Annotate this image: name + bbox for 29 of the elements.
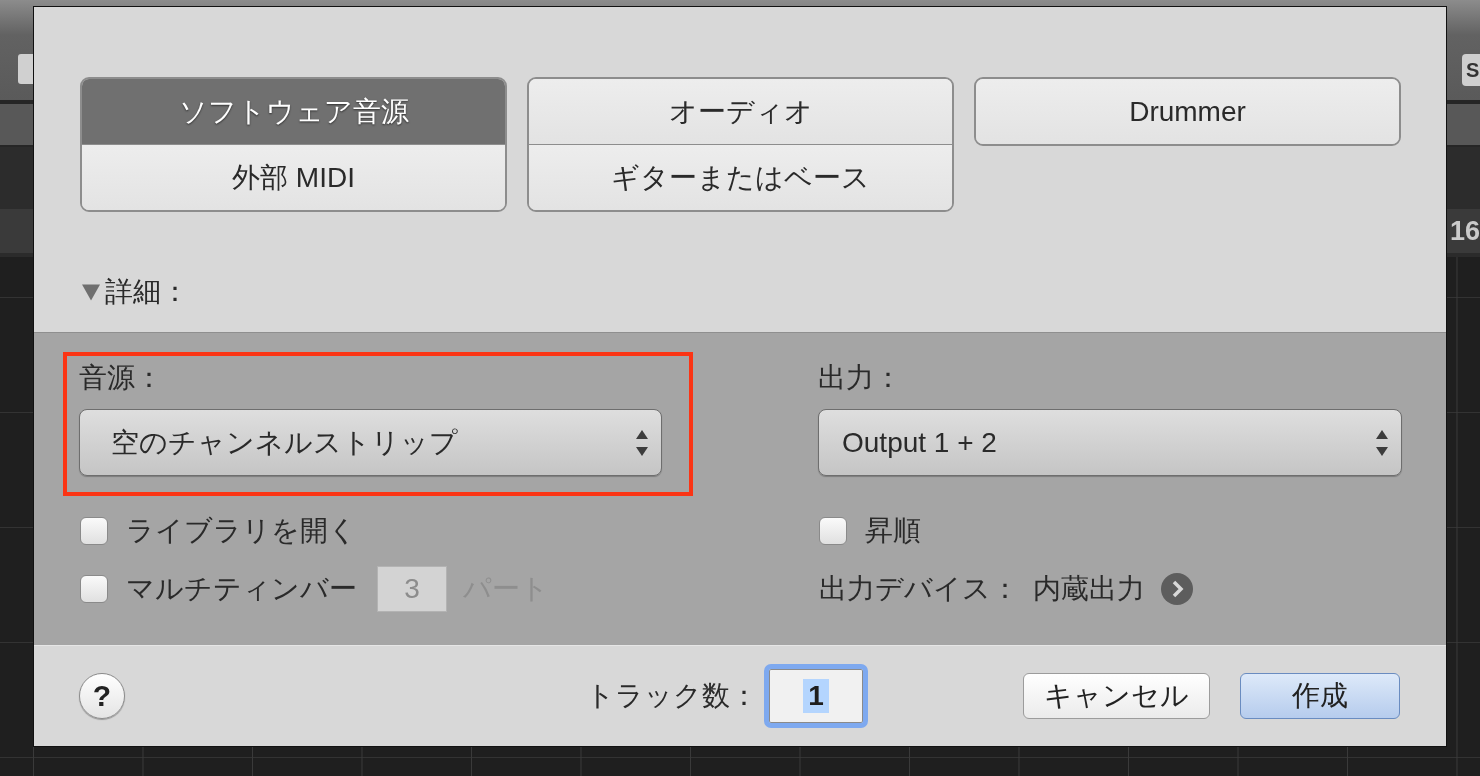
details-toggle[interactable]: 詳細： — [80, 276, 189, 308]
output-label: 出力： — [818, 363, 902, 393]
instrument-label: 音源： — [79, 363, 163, 393]
track-type-tab[interactable]: ギターまたはベース — [529, 145, 952, 210]
ruler-number: 16 — [1449, 216, 1480, 246]
track-type-tab[interactable]: 外部 MIDI — [82, 145, 505, 210]
track-type-tab[interactable]: Drummer — [976, 79, 1399, 144]
up-down-arrows-icon — [1376, 429, 1388, 456]
track-type-tab[interactable]: ソフトウェア音源 — [82, 79, 505, 144]
toolbar-button[interactable] — [18, 54, 34, 84]
create-button[interactable]: 作成 — [1240, 673, 1400, 719]
output-device-label: 出力デバイス： — [819, 573, 1019, 605]
track-count-label: トラック数： — [586, 680, 758, 712]
checkbox[interactable] — [80, 517, 108, 545]
cancel-button[interactable]: キャンセル — [1023, 673, 1210, 719]
disclosure-triangle-icon — [82, 283, 100, 301]
track-type-tab[interactable]: オーディオ — [529, 79, 952, 144]
up-down-arrows-icon — [636, 429, 648, 456]
help-button[interactable]: ? — [79, 673, 125, 719]
output-device-value: 内蔵出力 — [1033, 573, 1145, 605]
toolbar-button[interactable]: S — [1462, 54, 1480, 86]
chevron-circle-icon[interactable] — [1161, 573, 1193, 605]
checkbox-label: マルチティンバー — [126, 573, 357, 605]
output-popup[interactable]: Output 1 + 2 — [818, 409, 1402, 476]
checkbox-label: 昇順 — [865, 515, 921, 547]
checkbox-label: ライブラリを開く — [126, 515, 357, 547]
checkbox[interactable] — [819, 517, 847, 545]
instrument-popup[interactable]: 空のチャンネルストリップ — [79, 409, 662, 476]
track-count-field[interactable]: 1 — [764, 664, 868, 728]
